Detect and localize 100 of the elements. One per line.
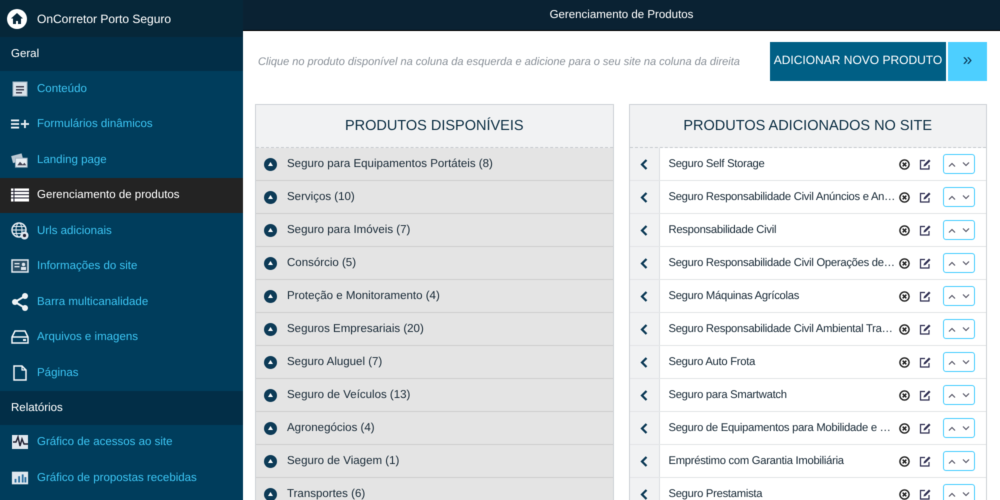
remove-arrow-button[interactable] [630, 412, 660, 444]
page-title: Gerenciamento de Produtos [550, 9, 694, 21]
caret-down-icon[interactable] [962, 392, 970, 398]
caret-up-icon[interactable] [948, 458, 956, 464]
remove-arrow-button[interactable] [630, 214, 660, 246]
sidebar-item[interactable]: Formulários dinâmicos [0, 106, 243, 142]
edit-icon[interactable] [919, 422, 931, 434]
reorder-control[interactable] [943, 253, 975, 273]
reorder-control[interactable] [943, 220, 975, 240]
caret-down-icon[interactable] [962, 360, 970, 364]
reorder-control[interactable] [943, 286, 975, 306]
category-row[interactable]: Seguros Empresariais (20) [256, 313, 612, 346]
sidebar-item[interactable]: Urls adicionais [0, 213, 243, 248]
close-circle-icon[interactable] [899, 456, 910, 466]
close-circle-icon[interactable] [899, 158, 910, 170]
sidebar-item[interactable]: Gráfico de acessos ao site [0, 424, 243, 460]
close-circle-icon[interactable] [899, 324, 910, 334]
product-name: Seguro Auto Frota [668, 356, 756, 368]
close-circle-icon[interactable] [899, 290, 910, 302]
sidebar-item[interactable]: Gerenciamento de produtos [0, 178, 243, 213]
sidebar-item[interactable]: Barra multicanalidade [0, 284, 243, 320]
caret-up-icon[interactable] [948, 294, 956, 298]
edit-icon[interactable] [919, 390, 931, 400]
edit-icon[interactable] [919, 456, 931, 466]
caret-down-icon[interactable] [962, 458, 970, 464]
list-icon [11, 187, 29, 204]
sidebar-item[interactable]: Páginas [0, 355, 243, 390]
edit-icon[interactable] [919, 224, 931, 236]
sidebar-item[interactable]: Gráfico de propostas recebidas [0, 460, 243, 496]
caret-down-icon[interactable] [962, 294, 970, 298]
sidebar-item[interactable]: Landing page [0, 142, 243, 178]
caret-down-icon[interactable] [962, 426, 970, 430]
category-row[interactable]: Seguro para Equipamentos Portáteis (8) [256, 148, 612, 181]
reorder-control[interactable] [943, 352, 975, 372]
edit-icon[interactable] [919, 158, 931, 170]
sidebar-item[interactable]: Informações do site [0, 248, 243, 284]
category-row[interactable]: Consórcio (5) [256, 247, 612, 280]
caret-down-icon[interactable] [962, 260, 970, 266]
category-row[interactable]: Transportes (6) [256, 478, 612, 500]
category-row[interactable]: Seguro para Imóveis (7) [256, 214, 612, 247]
close-circle-icon[interactable] [899, 422, 910, 434]
caret-down-icon[interactable] [962, 326, 970, 332]
caret-up-icon[interactable] [948, 492, 956, 496]
caret-up-icon[interactable] [948, 360, 956, 364]
triangle-up-icon [264, 422, 277, 434]
drive-icon [11, 330, 29, 344]
close-circle-icon[interactable] [899, 488, 910, 500]
category-row[interactable]: Seguro de Veículos (13) [256, 379, 612, 412]
category-row[interactable]: Seguro de Viagem (1) [256, 445, 612, 478]
add-product-button[interactable]: ADICIONAR NOVO PRODUTO [770, 42, 946, 81]
reorder-control[interactable] [943, 385, 975, 405]
reorder-control[interactable] [943, 418, 975, 438]
remove-arrow-button[interactable] [630, 313, 660, 345]
caret-down-icon[interactable] [962, 162, 970, 166]
caret-down-icon[interactable] [962, 228, 970, 232]
edit-icon[interactable] [919, 258, 931, 268]
category-row[interactable]: Proteção e Monitoramento (4) [256, 280, 612, 313]
caret-down-icon[interactable] [962, 194, 970, 200]
caret-down-icon[interactable] [962, 492, 970, 496]
category-row[interactable]: Seguro Aluguel (7) [256, 346, 612, 379]
section-title: Relatórios [11, 402, 63, 414]
caret-up-icon[interactable] [948, 162, 956, 166]
caret-up-icon[interactable] [948, 194, 956, 200]
reorder-control[interactable] [943, 451, 975, 471]
edit-icon[interactable] [919, 192, 931, 202]
close-circle-icon[interactable] [899, 192, 910, 202]
chevron-left-icon [640, 456, 648, 466]
remove-arrow-button[interactable] [630, 346, 660, 378]
product-name: Seguro Prestamista [668, 488, 764, 500]
reorder-control[interactable] [943, 187, 975, 207]
edit-icon[interactable] [919, 356, 931, 368]
close-circle-icon[interactable] [899, 224, 910, 236]
caret-up-icon[interactable] [948, 426, 956, 430]
remove-arrow-button[interactable] [630, 181, 660, 213]
reorder-control[interactable] [943, 484, 975, 500]
category-row[interactable]: Agronegócios (4) [256, 412, 612, 445]
reorder-control[interactable] [943, 319, 975, 339]
close-circle-icon[interactable] [899, 356, 910, 368]
id-card-icon [11, 259, 29, 274]
remove-arrow-button[interactable] [630, 280, 660, 312]
remove-arrow-button[interactable] [630, 247, 660, 279]
remove-arrow-button[interactable] [630, 379, 660, 411]
edit-icon[interactable] [919, 290, 931, 302]
reorder-control[interactable] [943, 154, 975, 174]
bar-chart-icon [11, 470, 29, 486]
caret-up-icon[interactable] [948, 260, 956, 266]
caret-up-icon[interactable] [948, 228, 956, 232]
caret-up-icon[interactable] [948, 326, 956, 332]
sidebar-item[interactable]: Conteúdo [0, 71, 243, 106]
close-circle-icon[interactable] [899, 258, 910, 268]
edit-icon[interactable] [919, 324, 931, 334]
remove-arrow-button[interactable] [630, 148, 660, 180]
category-row[interactable]: Serviços (10) [256, 181, 612, 214]
expand-button[interactable]: » [948, 42, 987, 81]
edit-icon[interactable] [919, 488, 931, 500]
remove-arrow-button[interactable] [630, 445, 660, 477]
chevron-left-icon [640, 290, 648, 302]
sidebar-item[interactable]: Arquivos e imagens [0, 320, 243, 355]
close-circle-icon[interactable] [899, 390, 910, 400]
caret-up-icon[interactable] [948, 392, 956, 398]
